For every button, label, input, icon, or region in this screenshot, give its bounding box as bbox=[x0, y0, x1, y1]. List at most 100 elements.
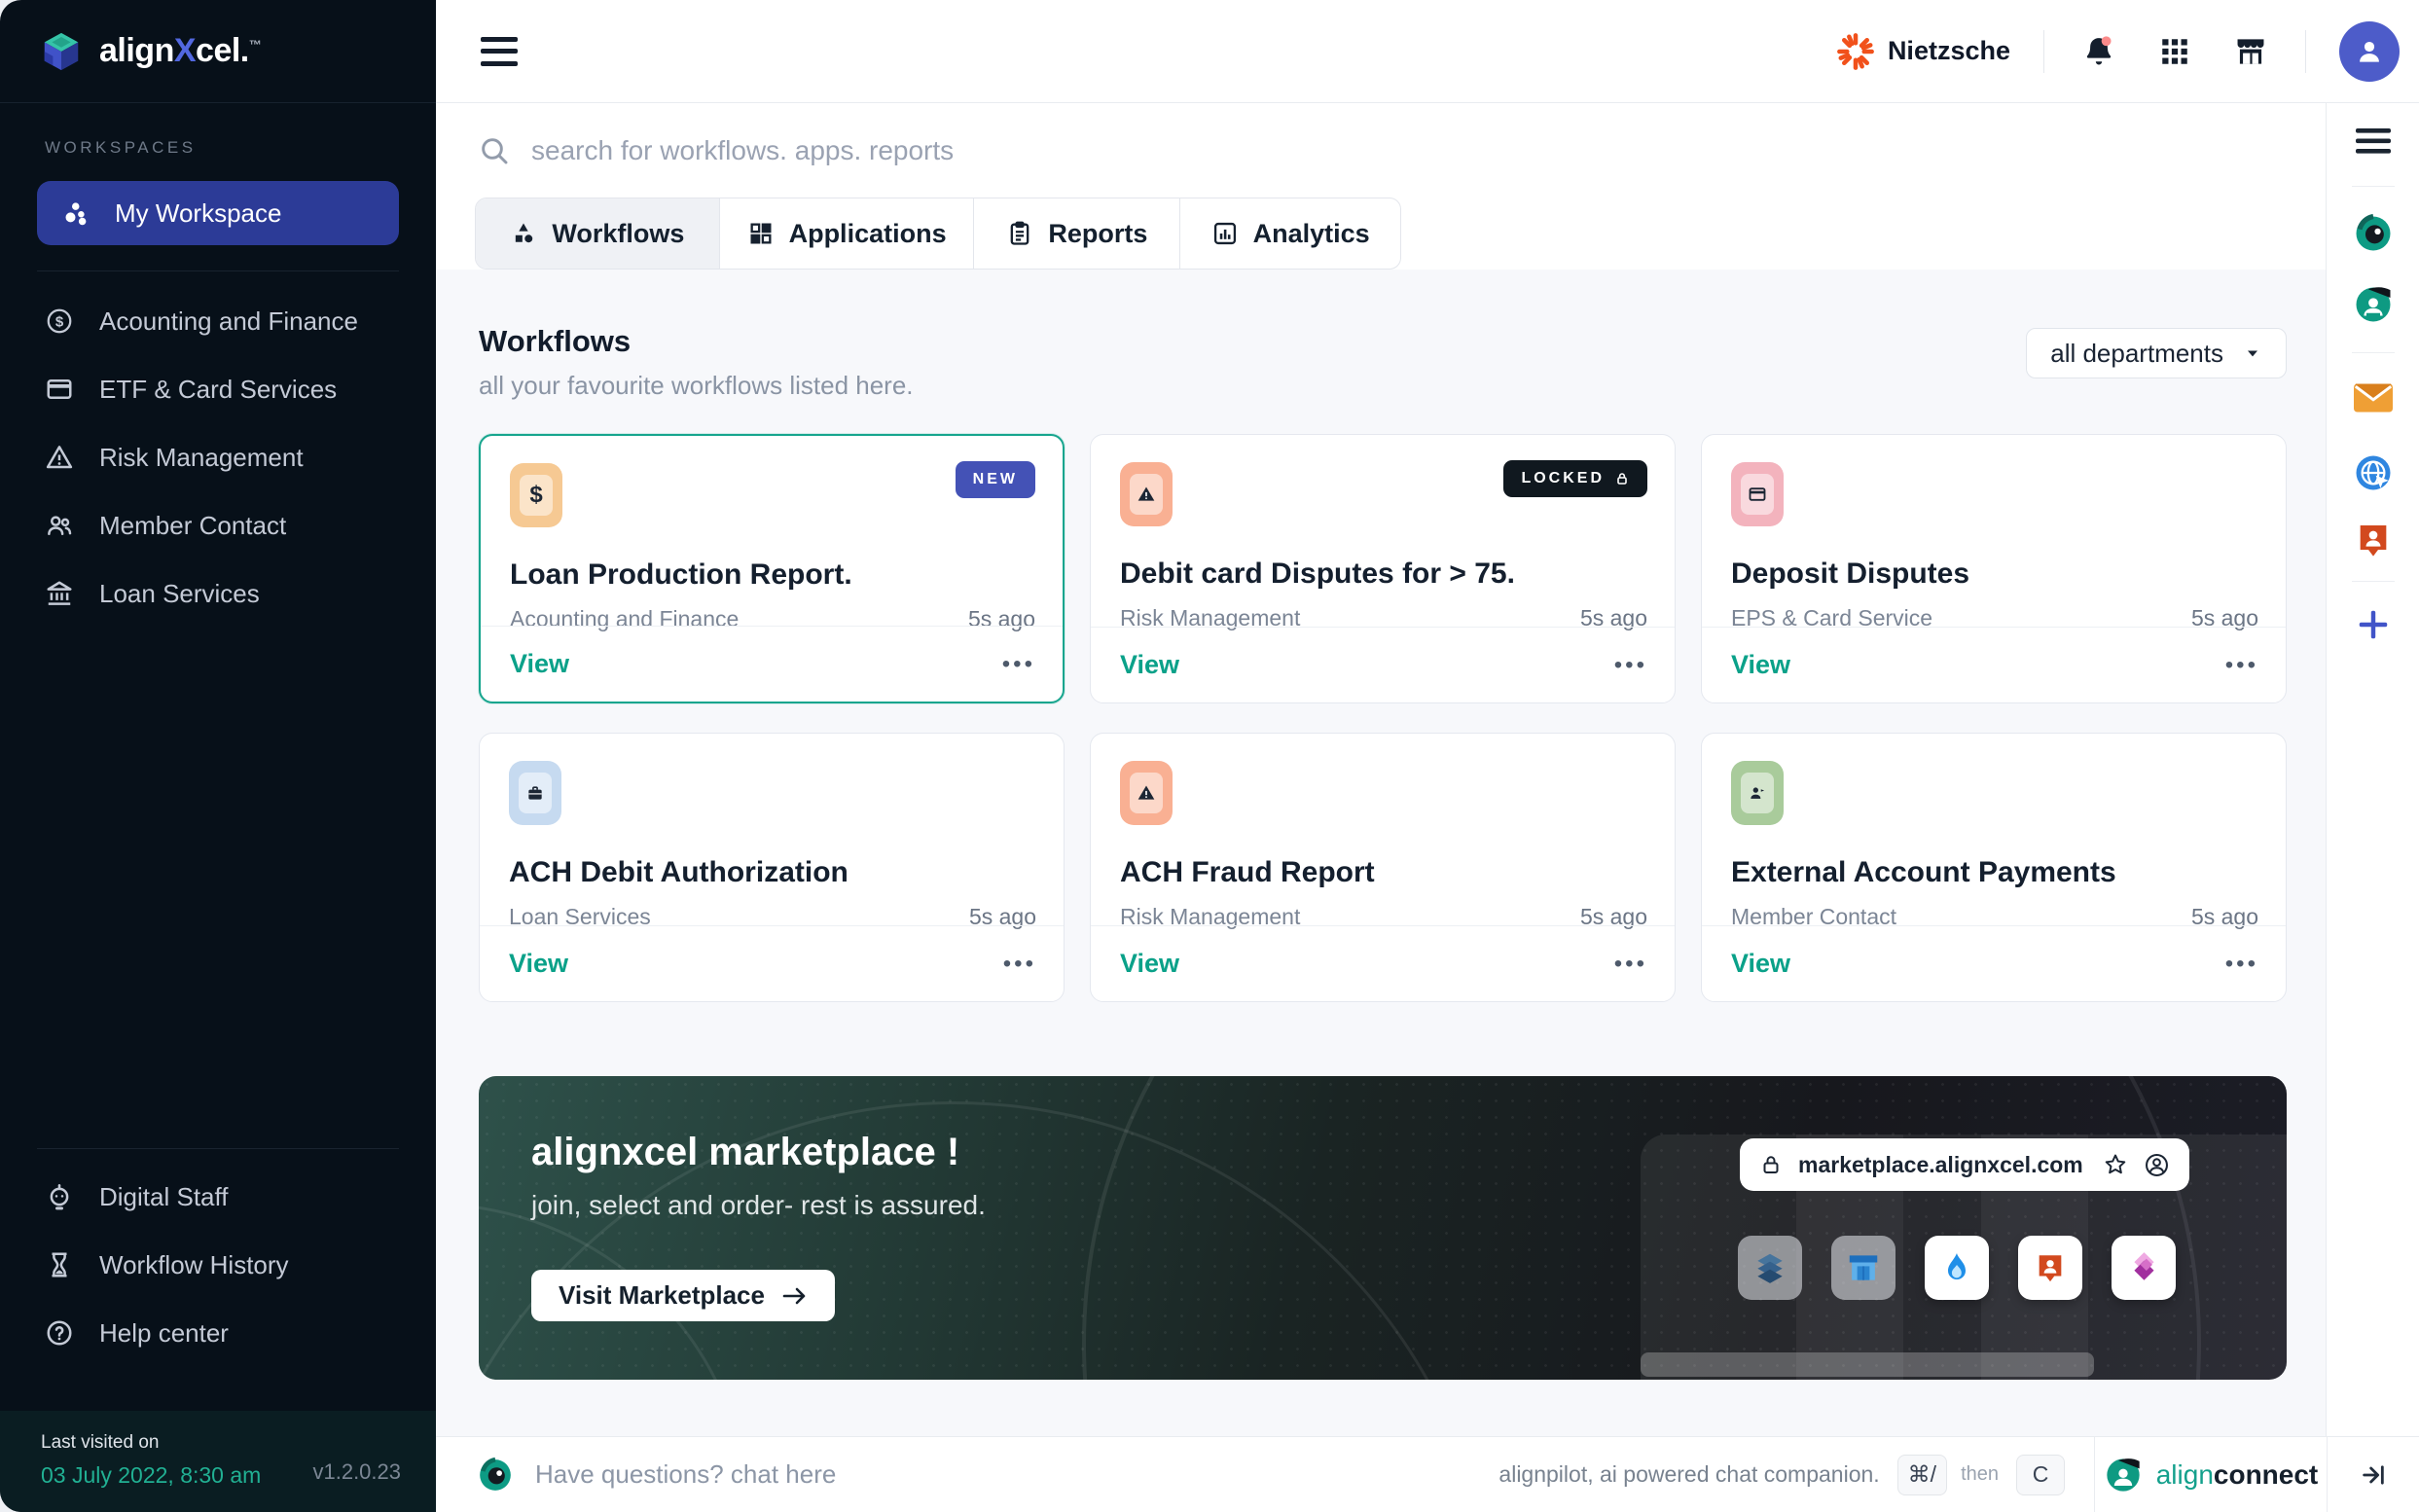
keyboard-shortcut-cmd-slash: ⌘/ bbox=[1897, 1455, 1947, 1495]
search-icon bbox=[479, 135, 510, 166]
sidebar-item-loan-services[interactable]: Loan Services bbox=[0, 559, 436, 628]
rail-divider bbox=[2352, 581, 2395, 582]
question-circle-icon bbox=[45, 1318, 74, 1348]
clipboard-icon bbox=[1006, 220, 1033, 247]
storefront-icon bbox=[2232, 33, 2269, 70]
rail-add-app-button[interactable] bbox=[2352, 603, 2395, 646]
topbar-divider bbox=[2043, 30, 2044, 73]
banner-scroll-strip bbox=[1641, 1352, 2094, 1377]
card-icon-tile bbox=[1120, 761, 1173, 825]
chat-companion-text: alignpilot, ai powered chat companion. bbox=[1498, 1461, 1879, 1488]
marketplace-banner: alignxcel marketplace ! join, select and… bbox=[479, 1076, 2287, 1380]
right-app-rail bbox=[2326, 103, 2419, 1436]
workflow-card-external-account-payments[interactable]: External Account Payments Member Contact… bbox=[1701, 733, 2287, 1002]
workspaces-section-label: WORKSPACES bbox=[45, 138, 436, 158]
view-link[interactable]: View bbox=[1120, 650, 1179, 680]
shapes-icon bbox=[510, 220, 537, 247]
app-logo: alignXcel.™ bbox=[0, 0, 436, 103]
view-link[interactable]: View bbox=[1120, 949, 1179, 979]
warning-triangle-icon bbox=[1130, 474, 1163, 515]
app-version: v1.2.0.23 bbox=[312, 1459, 401, 1485]
star-icon bbox=[2103, 1152, 2128, 1177]
card-menu-button[interactable]: ••• bbox=[1003, 951, 1036, 978]
alignconnect-label-teal: align bbox=[2156, 1459, 2214, 1490]
view-link[interactable]: View bbox=[1731, 949, 1790, 979]
user-avatar-button[interactable] bbox=[2339, 21, 2400, 82]
search-input[interactable] bbox=[531, 135, 1407, 166]
alignconnect-button[interactable]: alignconnect bbox=[2095, 1456, 2327, 1494]
shortcut-separator: then bbox=[1961, 1463, 1999, 1486]
card-menu-button[interactable]: ••• bbox=[1002, 651, 1035, 678]
arrow-right-icon bbox=[782, 1285, 808, 1307]
visit-marketplace-button[interactable]: Visit Marketplace bbox=[531, 1270, 835, 1321]
workflow-card-debit-card-disputes[interactable]: LOCKED Debit card Disputes for > 75. Ris… bbox=[1090, 434, 1676, 703]
workflow-card-ach-debit-authorization[interactable]: ACH Debit Authorization Loan Services 5s… bbox=[479, 733, 1065, 1002]
grid-dots-icon bbox=[2158, 35, 2191, 68]
person-card-icon bbox=[1741, 773, 1774, 813]
sidebar-item-my-workspace[interactable]: My Workspace bbox=[37, 181, 399, 245]
app-tile-contact bbox=[2018, 1236, 2082, 1300]
banner-subtitle: join, select and order- rest is assured. bbox=[531, 1190, 986, 1221]
sidebar-item-label: Help center bbox=[99, 1318, 229, 1349]
banner-title: alignxcel marketplace ! bbox=[531, 1131, 986, 1174]
menu-hamburger-button[interactable] bbox=[481, 37, 518, 66]
rail-mail-app-button[interactable] bbox=[2352, 377, 2395, 419]
tab-analytics[interactable]: Analytics bbox=[1179, 198, 1400, 269]
view-link[interactable]: View bbox=[1731, 650, 1790, 680]
alignpilot-icon bbox=[2353, 213, 2394, 254]
collapse-panel-button[interactable] bbox=[2327, 1437, 2419, 1512]
org-name: Nietzsche bbox=[1888, 36, 2010, 66]
tab-label: Applications bbox=[789, 219, 947, 249]
cube-logo-icon bbox=[39, 29, 84, 74]
tab-reports[interactable]: Reports bbox=[973, 198, 1179, 269]
workflow-card-ach-fraud-report[interactable]: ACH Fraud Report Risk Management 5s ago … bbox=[1090, 733, 1676, 1002]
workflow-card-loan-production-report[interactable]: $ NEW Loan Production Report. Acounting … bbox=[479, 434, 1065, 703]
tab-workflows[interactable]: Workflows bbox=[476, 198, 719, 269]
section-subtitle: all your favourite workflows listed here… bbox=[479, 371, 914, 401]
bar-chart-icon bbox=[1211, 220, 1239, 247]
sidebar-item-label: My Workspace bbox=[115, 198, 281, 229]
departments-filter-label: all departments bbox=[2050, 339, 2223, 369]
sidebar-item-workflow-history[interactable]: Workflow History bbox=[0, 1231, 436, 1299]
card-menu-button[interactable]: ••• bbox=[1614, 652, 1647, 679]
view-link[interactable]: View bbox=[510, 649, 569, 679]
card-menu-button[interactable]: ••• bbox=[1614, 951, 1647, 978]
org-brand: Nietzsche bbox=[1835, 31, 2010, 72]
alignconnect-icon bbox=[2104, 1456, 2143, 1494]
sidebar-item-digital-staff[interactable]: Digital Staff bbox=[0, 1163, 436, 1231]
notifications-bell-button[interactable] bbox=[2077, 30, 2120, 73]
apps-grid-button[interactable] bbox=[2153, 30, 2196, 73]
marketplace-store-button[interactable] bbox=[2229, 30, 2272, 73]
card-menu-button[interactable]: ••• bbox=[2225, 951, 2258, 978]
sidebar-divider bbox=[37, 1148, 399, 1149]
sidebar-footer: Last visited on 03 July 2022, 8:30 am v1… bbox=[0, 1411, 436, 1512]
sidebar-item-help-center[interactable]: Help center bbox=[0, 1299, 436, 1367]
warning-triangle-icon bbox=[45, 443, 74, 472]
alignconnect-icon bbox=[2353, 284, 2394, 325]
view-link[interactable]: View bbox=[509, 949, 568, 979]
chat-input[interactable] bbox=[535, 1459, 1119, 1490]
card-title: ACH Debit Authorization bbox=[509, 856, 1036, 889]
app-logo-text: alignXcel.™ bbox=[99, 32, 261, 70]
departments-filter-dropdown[interactable]: all departments bbox=[2026, 328, 2287, 378]
rail-divider bbox=[2352, 352, 2395, 353]
sidebar-item-label: Workflow History bbox=[99, 1250, 289, 1280]
card-title: ACH Fraud Report bbox=[1120, 856, 1647, 889]
rail-web-app-button[interactable] bbox=[2352, 451, 2395, 494]
sidebar-item-risk-management[interactable]: Risk Management bbox=[0, 423, 436, 491]
search-bar bbox=[436, 103, 2326, 198]
rail-hamburger-button[interactable] bbox=[2352, 120, 2395, 162]
rail-contact-app-button[interactable] bbox=[2352, 519, 2395, 561]
sidebar-item-label: Acounting and Finance bbox=[99, 306, 358, 337]
tab-applications[interactable]: Applications bbox=[719, 198, 974, 269]
card-menu-button[interactable]: ••• bbox=[2225, 652, 2258, 679]
workflow-card-deposit-disputes[interactable]: Deposit Disputes EPS & Card Service 5s a… bbox=[1701, 434, 2287, 703]
app-tile-store bbox=[1831, 1236, 1895, 1300]
person-icon bbox=[2353, 35, 2386, 68]
rail-alignpilot-button[interactable] bbox=[2352, 212, 2395, 255]
sidebar-item-accounting-finance[interactable]: $ Acounting and Finance bbox=[0, 287, 436, 355]
rail-alignconnect-button[interactable] bbox=[2352, 283, 2395, 326]
sidebar-item-member-contact[interactable]: Member Contact bbox=[0, 491, 436, 559]
credit-card-icon bbox=[45, 375, 74, 404]
sidebar-item-etf-card-services[interactable]: ETF & Card Services bbox=[0, 355, 436, 423]
